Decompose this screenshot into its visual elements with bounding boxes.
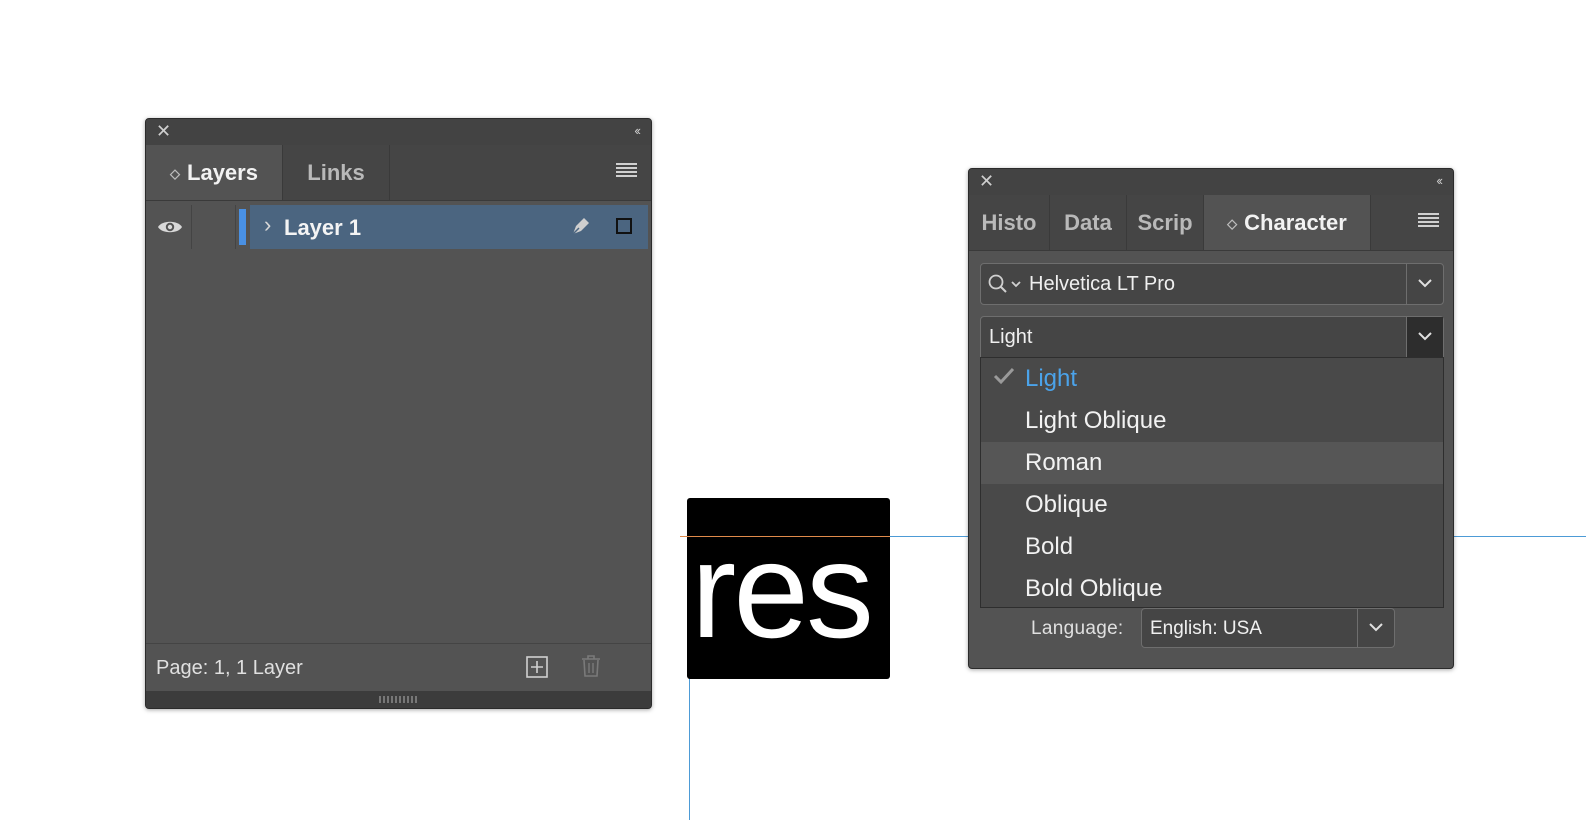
layer-row[interactable]: › Layer 1	[149, 205, 648, 249]
chevron-down-icon	[1418, 279, 1432, 288]
style-option-light[interactable]: Light	[981, 358, 1443, 400]
layers-status-text: Page: 1, 1 Layer	[156, 657, 303, 679]
font-family-value: Helvetica LT Pro	[1029, 273, 1175, 295]
option-label: Oblique	[1025, 491, 1108, 518]
language-select[interactable]: English: USA	[1141, 608, 1395, 648]
language-label: Language:	[1031, 618, 1124, 639]
lock-toggle[interactable]	[192, 205, 236, 249]
collapse-icon[interactable]: ‹‹	[1436, 173, 1443, 188]
language-dropdown-button[interactable]	[1357, 609, 1394, 647]
panel-titlebar[interactable]: ✕ ‹‹	[146, 119, 651, 145]
layer-color-swatch	[239, 209, 246, 245]
tab-data[interactable]: Data	[1050, 195, 1127, 250]
pen-icon	[572, 218, 589, 235]
tab-label: Character	[1244, 210, 1347, 235]
style-option-bold-oblique[interactable]: Bold Oblique	[981, 568, 1443, 610]
trash-icon[interactable]	[580, 654, 602, 678]
tab-links[interactable]: Links	[283, 145, 390, 200]
option-label: Bold Oblique	[1025, 575, 1163, 602]
panel-menu-icon[interactable]	[616, 163, 637, 179]
resize-grip[interactable]	[146, 691, 651, 708]
font-style-value: Light	[989, 326, 1033, 348]
search-icon[interactable]	[987, 273, 1025, 295]
style-option-light-oblique[interactable]: Light Oblique	[981, 400, 1443, 442]
font-family-dropdown-button[interactable]	[1406, 264, 1443, 304]
character-panel: ✕ ‹‹ Histo Data Scrip ◇ Character Helveti…	[968, 168, 1454, 669]
close-icon[interactable]: ✕	[979, 171, 994, 192]
checkmark-icon	[993, 367, 1015, 385]
tab-label: Data	[1064, 210, 1112, 235]
tab-character[interactable]: ◇ Character	[1204, 195, 1371, 250]
visibility-toggle[interactable]	[149, 205, 192, 249]
chevron-down-icon	[1369, 623, 1383, 632]
font-family-field[interactable]: Helvetica LT Pro	[980, 263, 1444, 305]
eye-icon	[158, 221, 182, 233]
layers-panel: ✕ ‹‹ ◇ Layers Links › Layer 1 Page: 1, 1…	[145, 118, 652, 709]
tab-label: Scrip	[1137, 210, 1193, 235]
style-option-oblique[interactable]: Oblique	[981, 484, 1443, 526]
style-option-bold[interactable]: Bold	[981, 526, 1443, 568]
panel-titlebar[interactable]: ✕ ‹‹	[969, 169, 1453, 195]
panel-menu-icon[interactable]	[1418, 213, 1439, 229]
option-label: Bold	[1025, 533, 1074, 560]
font-style-dropdown-button[interactable]	[1406, 317, 1443, 357]
layers-footer: Page: 1, 1 Layer	[146, 643, 651, 692]
language-value: English: USA	[1150, 618, 1262, 639]
chevron-down-icon	[1418, 332, 1432, 341]
option-label: Light	[1025, 365, 1078, 392]
tab-label: Layers	[187, 160, 258, 185]
language-row: Language: English: USA	[969, 606, 1453, 652]
tab-bar: ◇ Layers Links	[146, 145, 651, 201]
close-icon[interactable]: ✕	[156, 121, 171, 142]
option-label: Light Oblique	[1025, 407, 1167, 434]
selection-square-icon[interactable]	[616, 218, 632, 234]
updown-icon: ◇	[1227, 216, 1238, 231]
text-frame-content[interactable]: res	[691, 522, 874, 658]
grip-dots	[379, 696, 419, 703]
layer-name: Layer 1	[284, 215, 362, 240]
tab-bar: Histo Data Scrip ◇ Character	[969, 195, 1453, 251]
collapse-icon[interactable]: ‹‹	[634, 123, 641, 138]
tab-label: Links	[307, 160, 365, 185]
option-label: Roman	[1025, 449, 1103, 476]
new-layer-icon[interactable]	[526, 656, 548, 678]
tab-layers[interactable]: ◇ Layers	[146, 145, 283, 200]
tab-scripts[interactable]: Scrip	[1127, 195, 1204, 250]
font-style-field[interactable]: Light	[980, 316, 1444, 358]
updown-icon: ◇	[170, 166, 181, 181]
font-style-dropdown-list: Light Light Oblique Roman Oblique Bold B…	[980, 357, 1444, 608]
baseline-guide	[680, 536, 890, 537]
style-option-roman[interactable]: Roman	[981, 442, 1443, 484]
tab-label: Histo	[981, 210, 1037, 235]
text-frame[interactable]: res	[687, 498, 890, 679]
chevron-right-icon[interactable]: ›	[264, 212, 271, 238]
tab-history[interactable]: Histo	[969, 195, 1050, 250]
